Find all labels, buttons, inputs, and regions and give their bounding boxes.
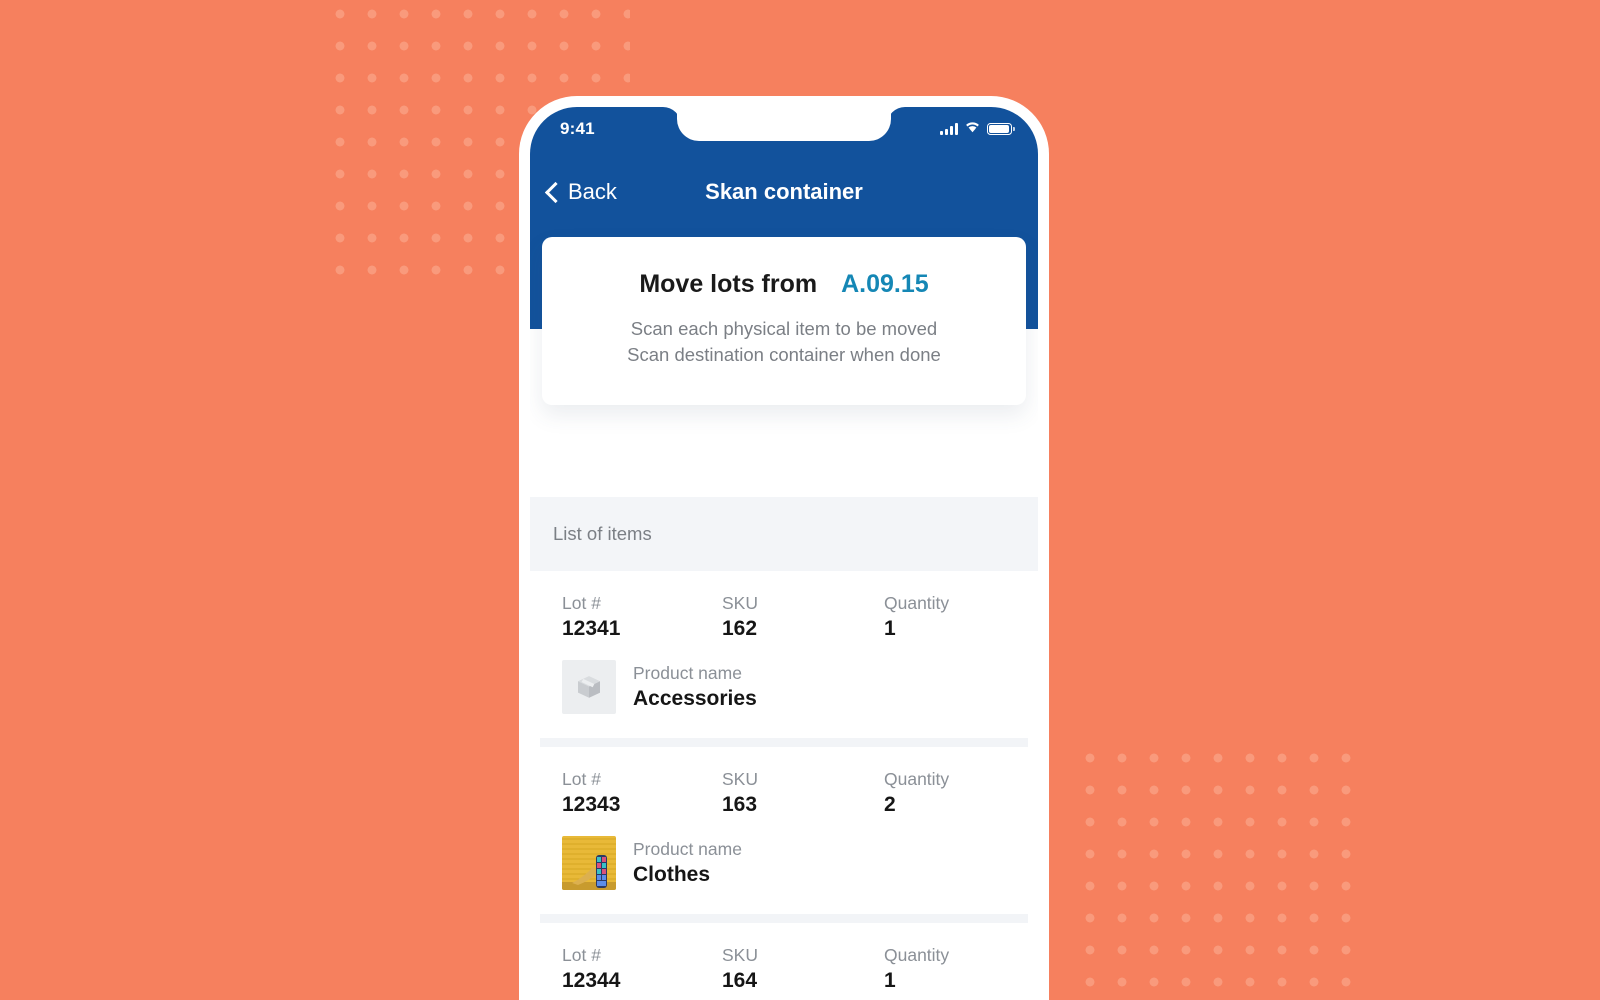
card-title-row: Move lots from A.09.15: [562, 270, 1006, 299]
status-bar: 9:41: [530, 107, 1038, 151]
product-name-value: Clothes: [633, 863, 711, 886]
product-name-field: Product name Accessories: [633, 663, 757, 711]
sku-field: SKU 162: [722, 593, 884, 641]
lot-label: Lot #: [562, 769, 601, 789]
table-row[interactable]: Lot # 12343 SKU 163 Quantity 2 Product n…: [530, 747, 1038, 914]
product-name-value: Accessories: [633, 687, 757, 710]
row-divider: [540, 738, 1028, 747]
sku-field: SKU 164: [722, 945, 884, 993]
quantity-field: Quantity 1: [884, 593, 1004, 641]
source-container-code: A.09.15: [841, 270, 929, 298]
card-title: Move lots from: [639, 270, 818, 298]
phone-screen: 9:41 Back Skan container List of items L…: [530, 107, 1038, 1000]
cellular-signal-icon: [940, 123, 958, 135]
items-list: Lot # 12341 SKU 162 Quantity 1 Product n…: [530, 571, 1038, 1000]
quantity-label: Quantity: [884, 945, 950, 965]
lot-field: Lot # 12341: [562, 593, 722, 641]
sku-label: SKU: [722, 769, 758, 789]
clothes-photo: [562, 836, 616, 890]
item-product: Product name Shooes: [530, 993, 1038, 1000]
list-section-header: List of items: [530, 497, 1038, 571]
table-row[interactable]: Lot # 12344 SKU 164 Quantity 1: [530, 923, 1038, 1000]
lot-field: Lot # 12344: [562, 945, 722, 993]
row-divider: [540, 914, 1028, 923]
quantity-field: Quantity 2: [884, 769, 1004, 817]
sku-field: SKU 163: [722, 769, 884, 817]
quantity-field: Quantity 1: [884, 945, 1004, 993]
quantity-value: 2: [884, 793, 896, 816]
sku-value: 162: [722, 617, 758, 640]
card-instruction-line-1: Scan each physical item to be moved: [630, 318, 938, 339]
quantity-label: Quantity: [884, 593, 950, 613]
product-name-label: Product name: [633, 839, 742, 859]
lot-label: Lot #: [562, 945, 601, 965]
item-product: Product name Accessories: [530, 641, 1038, 714]
table-row[interactable]: Lot # 12341 SKU 162 Quantity 1 Product n…: [530, 571, 1038, 738]
quantity-value: 1: [884, 617, 896, 640]
page-title: Skan container: [705, 179, 863, 204]
navigation-bar: Back Skan container: [530, 169, 1038, 215]
lot-value: 12343: [562, 793, 621, 816]
product-name-label: Product name: [633, 663, 742, 683]
lot-value: 12344: [562, 969, 621, 992]
item-fields: Lot # 12343 SKU 163 Quantity 2: [530, 769, 1038, 817]
item-fields: Lot # 12344 SKU 164 Quantity 1: [530, 945, 1038, 993]
quantity-value: 1: [884, 969, 896, 992]
sku-value: 164: [722, 969, 758, 992]
list-section-label: List of items: [553, 523, 652, 544]
sku-label: SKU: [722, 945, 758, 965]
item-fields: Lot # 12341 SKU 162 Quantity 1: [530, 593, 1038, 641]
item-product: Product name Clothes: [530, 817, 1038, 890]
quantity-label: Quantity: [884, 769, 950, 789]
lot-field: Lot # 12343: [562, 769, 722, 817]
lot-label: Lot #: [562, 593, 601, 613]
card-instruction-line-2: Scan destination container when done: [627, 344, 941, 366]
lot-value: 12341: [562, 617, 621, 640]
info-card-wrapper: Move lots from A.09.15 Scan each physica…: [530, 237, 1038, 405]
wifi-icon: [964, 120, 981, 138]
phone-device-frame: 9:41 Back Skan container List of items L…: [519, 96, 1049, 1000]
sku-label: SKU: [722, 593, 758, 613]
status-bar-icons: [940, 120, 1015, 138]
sku-value: 163: [722, 793, 758, 816]
dot-pattern-bottom-right: [1068, 736, 1368, 1000]
move-lots-card: Move lots from A.09.15 Scan each physica…: [542, 237, 1026, 405]
product-name-field: Product name Clothes: [633, 839, 742, 887]
status-bar-time: 9:41: [560, 119, 595, 138]
package-box-icon: [562, 660, 616, 714]
battery-icon: [987, 123, 1015, 135]
